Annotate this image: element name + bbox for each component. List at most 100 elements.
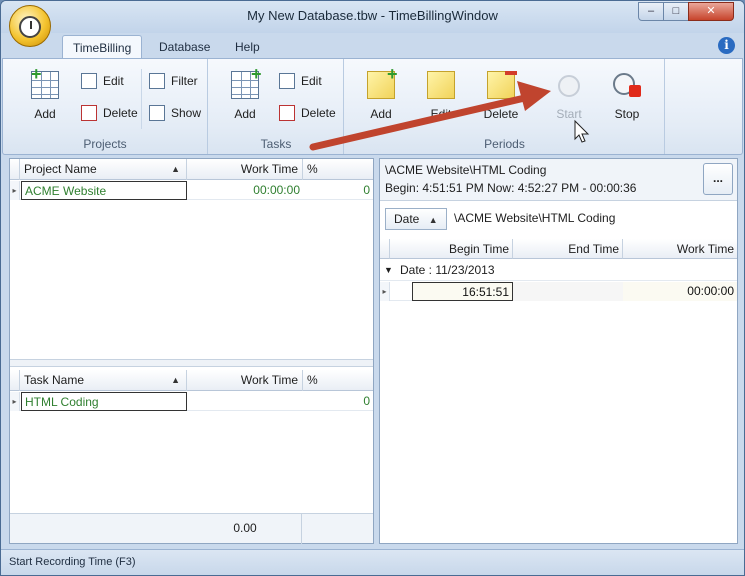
right-panel: \ACME Website\HTML Coding Begin: 4:51:51…: [379, 158, 738, 544]
edit-task-label: Edit: [301, 74, 322, 88]
column-begin-time[interactable]: Begin Time: [390, 239, 513, 259]
column-project-name[interactable]: Project Name ▲: [20, 159, 187, 180]
edit-grid-icon: [81, 73, 97, 89]
plus-icon: +: [387, 64, 398, 84]
period-work-time-cell[interactable]: 00:00:00: [623, 282, 737, 301]
splitter[interactable]: [10, 359, 373, 367]
tab-help[interactable]: Help: [225, 35, 270, 59]
stop-square-icon: [629, 85, 641, 97]
ribbon-group-periods: + Add Edit Delete Start Stop Periods: [345, 59, 665, 154]
delete-task-button[interactable]: Delete: [279, 103, 336, 123]
tasks-grid-header: Task Name ▲ Work Time %: [10, 370, 373, 391]
filter-button[interactable]: Filter: [149, 71, 198, 91]
row-indicator-header: [10, 159, 20, 180]
period-path: \ACME Website\HTML Coding: [385, 163, 547, 177]
add-period-button[interactable]: + Add: [355, 63, 407, 129]
ribbon-tab-bar: TimeBilling Database Help: [1, 33, 744, 59]
edit-period-button[interactable]: Edit: [415, 63, 467, 129]
application-menu-button[interactable]: [9, 5, 51, 47]
more-button[interactable]: ...: [703, 163, 733, 195]
period-begin-now: Begin: 4:51:51 PM Now: 4:52:27 PM - 00:0…: [385, 181, 637, 195]
group-label-periods: Periods: [484, 137, 525, 151]
delete-period-button[interactable]: Delete: [475, 63, 527, 129]
table-row[interactable]: ▸ HTML Coding 0: [10, 392, 373, 411]
add-period-label: Add: [370, 107, 392, 121]
add-task-button[interactable]: + Add: [219, 63, 271, 129]
column-task-percent[interactable]: %: [303, 370, 373, 391]
edit-period-label: Edit: [430, 107, 452, 121]
add-project-button[interactable]: + Add: [19, 63, 71, 129]
close-button[interactable]: ✕: [688, 2, 734, 21]
title-bar[interactable]: My New Database.tbw - TimeBillingWindow …: [1, 1, 744, 33]
ribbon-group-projects: + Add Edit Delete Filter Show Projects: [3, 59, 208, 154]
maximize-button[interactable]: □: [663, 2, 689, 21]
row-indicator-icon: ▸: [10, 181, 20, 200]
edit-project-button[interactable]: Edit: [81, 71, 124, 91]
stopwatch-start-icon: [558, 75, 580, 97]
add-project-label: Add: [34, 107, 56, 121]
left-panel: Project Name ▲ Work Time % ▸ ACME Websit…: [9, 158, 374, 544]
delete-grid-icon: [81, 105, 97, 121]
task-work-time-cell[interactable]: [187, 392, 303, 411]
group-row[interactable]: ▼ Date : 11/23/2013: [380, 260, 737, 281]
tab-timebilling[interactable]: TimeBilling: [62, 35, 143, 59]
table-row[interactable]: ▸ 16:51:51 00:00:00: [380, 282, 737, 301]
begin-time-cell[interactable]: 16:51:51: [412, 282, 513, 301]
collapse-chevron-icon[interactable]: ▼: [384, 260, 393, 281]
column-project-name-label: Project Name: [24, 162, 97, 176]
add-task-label: Add: [234, 107, 256, 121]
edit-task-button[interactable]: Edit: [279, 71, 322, 91]
sort-asc-icon: ▲: [171, 375, 180, 385]
column-percent[interactable]: %: [303, 159, 373, 180]
row-indicator-header: [10, 370, 20, 391]
end-time-cell[interactable]: [513, 282, 623, 301]
task-name-cell[interactable]: HTML Coding: [21, 392, 187, 411]
minus-icon: [505, 71, 517, 75]
tab-database[interactable]: Database: [149, 35, 220, 59]
stop-button[interactable]: Stop: [601, 63, 653, 129]
status-text: Start Recording Time (F3): [9, 556, 136, 568]
sort-asc-icon: ▲: [428, 215, 438, 225]
minimize-button[interactable]: –: [638, 2, 664, 21]
column-period-work-time[interactable]: Work Time: [623, 239, 737, 259]
delete-project-button[interactable]: Delete: [81, 103, 138, 123]
note-delete-icon: [487, 71, 515, 99]
delete-task-label: Delete: [301, 106, 336, 120]
group-by-date-chip[interactable]: Date ▲: [385, 208, 447, 230]
period-header: \ACME Website\HTML Coding Begin: 4:51:51…: [380, 159, 737, 201]
group-path: \ACME Website\HTML Coding: [454, 211, 616, 225]
column-work-time[interactable]: Work Time: [187, 159, 303, 180]
delete-period-label: Delete: [483, 107, 519, 121]
group-label-projects: Projects: [83, 137, 127, 151]
show-icon: [149, 105, 165, 121]
tasks-total-value: 0.00: [233, 521, 257, 535]
ribbon-group-tasks: + Add Edit Delete Tasks: [209, 59, 344, 154]
info-icon[interactable]: i: [718, 37, 735, 54]
project-percent-cell[interactable]: 0: [303, 181, 373, 200]
project-name-cell[interactable]: ACME Website: [21, 181, 187, 200]
row-indicator-icon: ▸: [10, 392, 20, 411]
column-end-time[interactable]: End Time: [513, 239, 623, 259]
row-indicator-icon: ▸: [380, 282, 390, 301]
project-work-time-cell[interactable]: 00:00:00: [187, 181, 303, 200]
status-bar: Start Recording Time (F3): [1, 549, 744, 575]
stopwatch-icon: [19, 16, 41, 38]
delete-project-label: Delete: [103, 106, 138, 120]
sort-asc-icon: ▲: [171, 164, 180, 174]
start-label: Start: [556, 107, 582, 121]
delete-grid-icon: [279, 105, 295, 121]
group-label-tasks: Tasks: [260, 137, 292, 151]
ribbon: + Add Edit Delete Filter Show Projects +…: [2, 58, 743, 155]
start-button[interactable]: Start: [543, 63, 595, 129]
show-button[interactable]: Show: [149, 103, 201, 123]
stop-label: Stop: [614, 107, 640, 121]
plus-icon: +: [251, 64, 262, 84]
plus-icon: +: [31, 64, 42, 84]
group-row-label: Date : 11/23/2013: [400, 263, 495, 277]
edit-project-label: Edit: [103, 74, 124, 88]
task-percent-cell[interactable]: 0: [303, 392, 373, 411]
column-task-name[interactable]: Task Name ▲: [20, 370, 187, 391]
table-row[interactable]: ▸ ACME Website 00:00:00 0: [10, 181, 373, 200]
footer-divider: [301, 514, 302, 544]
column-task-work-time[interactable]: Work Time: [187, 370, 303, 391]
